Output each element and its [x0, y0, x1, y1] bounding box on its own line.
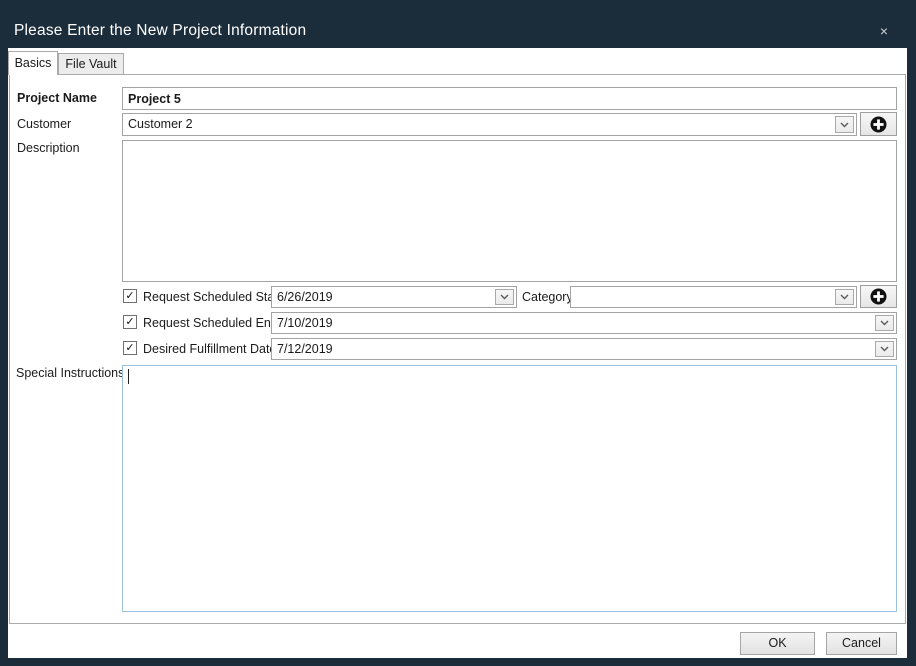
description-textarea[interactable]	[122, 140, 897, 282]
customer-label: Customer	[17, 117, 71, 131]
description-label: Description	[17, 141, 80, 155]
category-label: Category	[522, 290, 573, 304]
category-combobox[interactable]	[570, 286, 857, 308]
scheduled-start-checkbox[interactable]: ✓	[123, 289, 137, 303]
scheduled-start-label: Request Scheduled Start	[143, 290, 282, 304]
checkmark-icon: ✓	[125, 342, 134, 354]
fulfillment-date-dropdown-button[interactable]	[875, 341, 894, 357]
chevron-down-icon	[880, 320, 889, 326]
fulfillment-date-checkbox[interactable]: ✓	[123, 341, 137, 355]
close-icon[interactable]: ×	[872, 20, 896, 42]
category-dropdown-button[interactable]	[835, 289, 854, 305]
tab-basics[interactable]: Basics	[8, 51, 58, 75]
fulfillment-date-label: Desired Fulfillment Date	[143, 342, 276, 356]
scheduled-end-checkbox[interactable]: ✓	[123, 315, 137, 329]
chevron-down-icon	[500, 294, 509, 300]
scheduled-end-label: Request Scheduled End	[143, 316, 278, 330]
add-customer-button[interactable]	[860, 112, 897, 136]
scheduled-start-value: 6/26/2019	[277, 289, 492, 306]
ok-button[interactable]: OK	[740, 632, 815, 655]
scheduled-start-datepicker[interactable]: 6/26/2019	[271, 286, 517, 308]
title-bar: Please Enter the New Project Information…	[0, 0, 916, 48]
plus-circle-icon	[870, 288, 887, 305]
checkmark-icon: ✓	[125, 316, 134, 328]
chevron-down-icon	[840, 122, 849, 128]
cancel-button[interactable]: Cancel	[826, 632, 897, 655]
special-instructions-textarea[interactable]	[122, 365, 897, 612]
plus-circle-icon	[870, 116, 887, 133]
add-category-button[interactable]	[860, 285, 897, 308]
text-caret	[128, 369, 129, 384]
scheduled-end-value: 7/10/2019	[277, 315, 872, 332]
checkmark-icon: ✓	[125, 290, 134, 302]
tab-file-vault[interactable]: File Vault	[58, 53, 124, 74]
scheduled-end-datepicker[interactable]: 7/10/2019	[271, 312, 897, 334]
special-instructions-label: Special Instructions	[16, 366, 124, 380]
fulfillment-date-datepicker[interactable]: 7/12/2019	[271, 338, 897, 360]
fulfillment-date-value: 7/12/2019	[277, 341, 872, 358]
project-name-label: Project Name	[17, 91, 97, 105]
customer-dropdown-button[interactable]	[835, 116, 854, 133]
chevron-down-icon	[840, 294, 849, 300]
scheduled-start-dropdown-button[interactable]	[495, 289, 514, 305]
dialog-title: Please Enter the New Project Information	[14, 22, 306, 40]
new-project-dialog: Please Enter the New Project Information…	[0, 0, 916, 666]
customer-combobox[interactable]: Customer 2	[122, 113, 857, 136]
customer-value: Customer 2	[128, 116, 832, 133]
chevron-down-icon	[880, 346, 889, 352]
project-name-input[interactable]	[122, 87, 897, 110]
scheduled-end-dropdown-button[interactable]	[875, 315, 894, 331]
